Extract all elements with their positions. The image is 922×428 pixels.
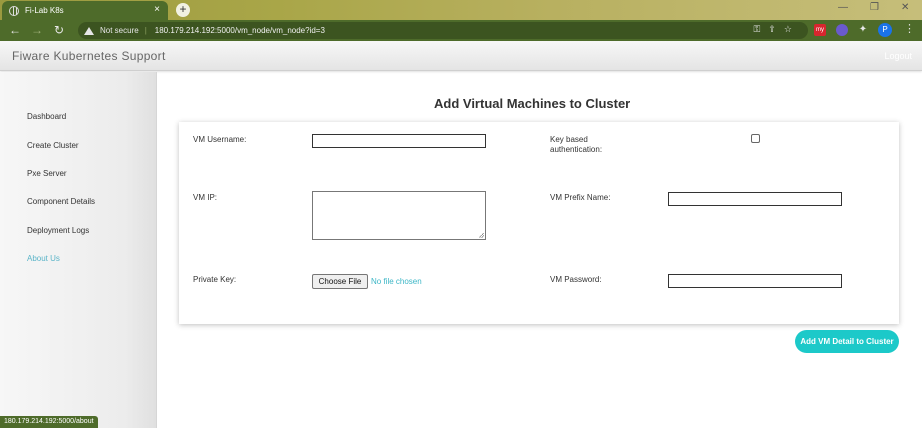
address-bar[interactable]: Not secure | 180.179.214.192:5000/vm_nod… bbox=[78, 22, 808, 39]
private-key-label: Private Key: bbox=[193, 275, 237, 284]
vm-username-input[interactable] bbox=[312, 134, 486, 148]
puzzle-icon[interactable]: ✦ bbox=[857, 24, 869, 36]
add-vm-detail-button[interactable]: Add VM Detail to Cluster bbox=[795, 330, 899, 353]
extension-my-icon[interactable]: my bbox=[814, 24, 826, 36]
sidebar: Dashboard Create Cluster Pxe Server Comp… bbox=[0, 72, 157, 428]
globe-icon bbox=[9, 5, 19, 16]
back-icon[interactable]: ← bbox=[9, 23, 21, 37]
profile-avatar[interactable]: P bbox=[878, 23, 892, 37]
vm-username-label: VM Username: bbox=[193, 135, 247, 144]
browser-toolbar: ← → ↻ Not secure | 180.179.214.192:5000/… bbox=[0, 20, 922, 41]
vm-ip-textarea[interactable] bbox=[312, 191, 486, 240]
bookmark-star-icon[interactable]: ☆ bbox=[784, 24, 800, 34]
sidebar-item-about-us[interactable]: About Us bbox=[27, 254, 60, 263]
security-label: Not secure bbox=[100, 26, 139, 35]
vm-ip-label: VM IP: bbox=[193, 193, 218, 202]
tab-title: Fi-Lab K8s bbox=[25, 6, 64, 15]
close-tab-icon[interactable]: × bbox=[154, 4, 160, 15]
sidebar-item-create-cluster[interactable]: Create Cluster bbox=[27, 141, 79, 150]
browser-menu-icon[interactable]: ⋮ bbox=[904, 23, 915, 35]
sidebar-item-dashboard[interactable]: Dashboard bbox=[27, 112, 66, 121]
forward-icon[interactable]: → bbox=[31, 23, 43, 37]
share-icon[interactable]: ⇪ bbox=[768, 24, 784, 34]
sidebar-item-pxe-server[interactable]: Pxe Server bbox=[27, 169, 67, 178]
sidebar-item-deployment-logs[interactable]: Deployment Logs bbox=[27, 226, 89, 235]
new-tab-button[interactable]: + bbox=[176, 3, 190, 17]
vm-prefix-input[interactable] bbox=[668, 192, 842, 206]
key-auth-label-line2: authentication: bbox=[550, 145, 603, 154]
close-window-icon[interactable]: ✕ bbox=[901, 2, 909, 13]
restore-icon[interactable]: ❐ bbox=[870, 2, 879, 13]
vm-prefix-label: VM Prefix Name: bbox=[550, 193, 611, 202]
logout-link[interactable]: Logout bbox=[884, 51, 912, 61]
sidebar-item-component-details[interactable]: Component Details bbox=[27, 197, 95, 206]
url-separator: | bbox=[144, 26, 147, 35]
key-auth-checkbox[interactable] bbox=[751, 134, 760, 143]
brand-title: Fiware Kubernetes Support bbox=[12, 49, 166, 63]
choose-file-button[interactable]: Choose File bbox=[312, 274, 368, 289]
key-auth-label: Key based authentication: bbox=[550, 135, 602, 155]
browser-titlebar: Fi-Lab K8s × + — ❐ ✕ bbox=[0, 0, 922, 20]
status-url: 180.179.214.192:5000/about bbox=[0, 416, 98, 428]
app-header: Fiware Kubernetes Support Logout bbox=[0, 41, 922, 71]
key-auth-label-line1: Key based bbox=[550, 135, 588, 144]
warning-icon bbox=[84, 26, 94, 35]
form-card bbox=[179, 122, 899, 324]
url-text: 180.179.214.192:5000/vm_node/vm_node?id=… bbox=[154, 26, 325, 35]
page-title: Add Virtual Machines to Cluster bbox=[434, 96, 631, 111]
extension-circle-icon[interactable] bbox=[836, 24, 848, 36]
vm-password-input[interactable] bbox=[668, 274, 842, 288]
vm-password-label: VM Password: bbox=[550, 275, 602, 284]
minimize-icon[interactable]: — bbox=[838, 2, 848, 13]
no-file-text: No file chosen bbox=[371, 277, 422, 286]
omnibox-icons: ⚿⇪☆ bbox=[754, 24, 800, 35]
reload-icon[interactable]: ↻ bbox=[54, 23, 64, 37]
browser-tab[interactable]: Fi-Lab K8s × bbox=[2, 1, 168, 20]
key-icon[interactable]: ⚿ bbox=[754, 24, 769, 34]
